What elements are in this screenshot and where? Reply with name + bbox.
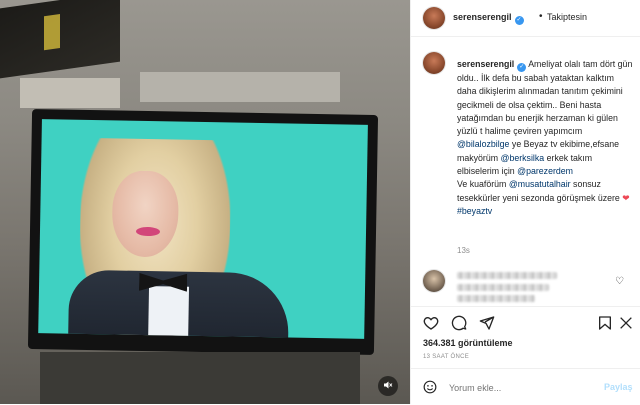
caption-timestamp: 13s <box>457 246 470 255</box>
tv-stand <box>40 352 360 404</box>
emoji-icon[interactable] <box>423 380 437 394</box>
mention-link[interactable]: @parezerdem <box>517 166 573 176</box>
bookmark-icon[interactable] <box>597 315 613 331</box>
comment-form: Paylaş <box>411 368 640 405</box>
mention-link[interactable]: @bilalozbilge <box>457 139 509 149</box>
caption-text: Ve kuaförüm <box>457 179 507 190</box>
comment-like-icon[interactable]: ♡ <box>615 276 624 287</box>
mention-link[interactable]: @berksilka <box>501 153 545 163</box>
shelf <box>140 72 340 102</box>
caption-username[interactable]: serenserengil <box>457 59 514 69</box>
instagram-post: serenserengil ✓ • Takiptesin serenserengi… <box>0 0 640 404</box>
following-label[interactable]: Takiptesin <box>547 12 587 22</box>
header-username[interactable]: serenserengil <box>453 12 512 22</box>
tv-monitor <box>27 108 379 356</box>
speaker-muted-icon[interactable] <box>378 376 398 396</box>
post-video[interactable] <box>0 0 410 404</box>
avatar[interactable] <box>423 7 445 29</box>
comment-input[interactable] <box>447 379 601 397</box>
blurred-comment <box>457 272 557 279</box>
blurred-comment <box>457 284 549 291</box>
post-caption: serenserengil ✓ Ameliyat olalı tam dört g… <box>457 58 633 218</box>
mention-link[interactable]: @musatutalhair <box>509 179 571 189</box>
tv-screen <box>38 119 368 339</box>
heart-icon[interactable] <box>423 315 439 331</box>
more-icon[interactable] <box>618 315 634 331</box>
blurred-comment <box>457 295 535 302</box>
caption-avatar[interactable] <box>423 52 445 74</box>
post-side-panel: serenserengil ✓ • Takiptesin serenserengi… <box>410 0 640 404</box>
post-button[interactable]: Paylaş <box>604 382 633 392</box>
post-time: 13 SAAT ÖNCE <box>423 354 470 360</box>
caption-text: Ameliyat olalı tam dört gün oldu.. İlk d… <box>457 59 633 137</box>
view-count: 364.381 görüntüleme <box>423 338 513 348</box>
list-item: ♡ <box>411 264 640 306</box>
avatar[interactable] <box>423 270 445 292</box>
window-frame <box>20 78 120 108</box>
separator-dot: • <box>539 11 543 22</box>
comment-icon[interactable] <box>451 315 467 331</box>
action-bar <box>411 306 640 337</box>
hashtag-link[interactable]: #beyaztv <box>457 206 492 216</box>
verified-badge-icon: ✓ <box>514 16 524 25</box>
heart-emoji: ❤ <box>622 192 630 203</box>
verified-badge-icon: ✓ <box>517 63 527 72</box>
post-header: serenserengil ✓ • Takiptesin <box>411 0 640 37</box>
share-icon[interactable] <box>479 315 495 331</box>
